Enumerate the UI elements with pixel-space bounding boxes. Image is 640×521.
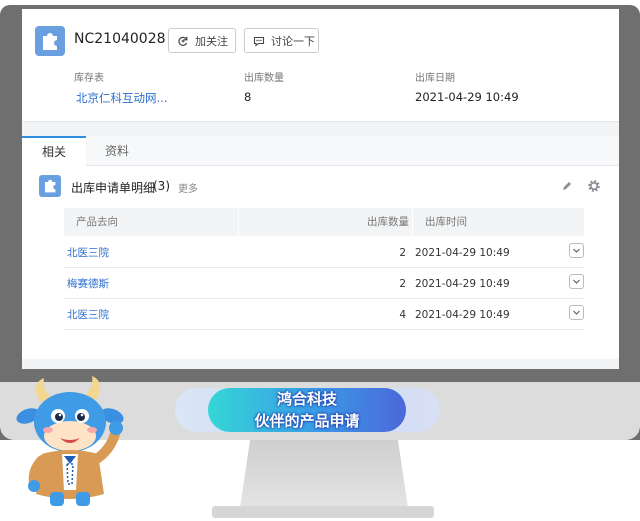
screen: NC21040028 加关注 讨论一下 库存表 出库数量 出库日期 北京仁科互动… bbox=[22, 9, 619, 369]
puzzle-piece-icon bbox=[35, 26, 65, 56]
column-header-quantity[interactable]: 出库数量 bbox=[367, 208, 409, 236]
puzzle-piece-icon bbox=[39, 175, 61, 197]
row-time: 2021-04-29 10:49 bbox=[415, 309, 510, 321]
row-time: 2021-04-29 10:49 bbox=[415, 278, 510, 290]
tab-bar: 相关 资料 bbox=[22, 136, 619, 166]
row-quantity: 2 bbox=[399, 278, 406, 290]
discuss-button[interactable]: 讨论一下 bbox=[244, 28, 319, 53]
record-title: NC21040028 bbox=[74, 31, 166, 47]
follow-button[interactable]: 加关注 bbox=[168, 28, 236, 53]
table-header: 产品去向 出库数量 出库时间 bbox=[64, 208, 584, 236]
more-link[interactable]: 更多 bbox=[178, 180, 198, 195]
field-value-date: 2021-04-29 10:49 bbox=[415, 90, 519, 104]
field-value-quantity: 8 bbox=[244, 90, 252, 104]
row-destination-link[interactable]: 北医三院 bbox=[67, 238, 109, 268]
table-row: 北医三院 2 2021-04-29 10:49 bbox=[64, 238, 584, 268]
record-header: NC21040028 加关注 讨论一下 库存表 出库数量 出库日期 北京仁科互动… bbox=[22, 9, 619, 122]
chat-bubble-icon bbox=[253, 36, 265, 47]
chevron-down-icon[interactable] bbox=[569, 305, 584, 320]
field-label-quantity: 出库数量 bbox=[244, 73, 284, 84]
field-value-inventory-link[interactable]: 北京仁科互动网... bbox=[76, 90, 167, 106]
gear-icon[interactable] bbox=[587, 179, 601, 193]
tab-related[interactable]: 相关 bbox=[22, 136, 86, 166]
banner-subtitle: 伙伴的产品申请 bbox=[254, 412, 360, 430]
pencil-icon[interactable] bbox=[560, 179, 574, 193]
row-quantity: 4 bbox=[399, 309, 406, 321]
banner-company-name: 鸿合科技 bbox=[276, 390, 337, 408]
row-quantity: 2 bbox=[399, 247, 406, 259]
field-label-date: 出库日期 bbox=[415, 73, 455, 84]
column-header-destination[interactable]: 产品去向 bbox=[76, 208, 118, 236]
row-time: 2021-04-29 10:49 bbox=[415, 247, 510, 259]
related-list-count: (3) bbox=[153, 179, 170, 193]
row-destination-link[interactable]: 梅赛德斯 bbox=[67, 269, 109, 299]
follow-button-label: 加关注 bbox=[195, 34, 228, 48]
monitor-stand-base bbox=[212, 506, 434, 518]
monitor-stand-neck bbox=[240, 440, 408, 508]
chevron-down-icon[interactable] bbox=[569, 243, 584, 258]
table-row: 梅赛德斯 2 2021-04-29 10:49 bbox=[64, 269, 584, 299]
refresh-plus-icon bbox=[178, 36, 188, 46]
bull-mascot-illustration bbox=[16, 376, 124, 506]
column-header-time[interactable]: 出库时间 bbox=[425, 208, 467, 236]
column-divider bbox=[412, 208, 413, 236]
table-row: 北医三院 4 2021-04-29 10:49 bbox=[64, 300, 584, 330]
column-divider bbox=[238, 208, 239, 236]
field-label-inventory: 库存表 bbox=[74, 73, 104, 84]
related-card: 出库申请单明细 (3) 更多 产品去向 出库数量 出库时间 北医三院 2 202… bbox=[22, 166, 619, 359]
tab-info[interactable]: 资料 bbox=[94, 136, 140, 166]
discuss-button-label: 讨论一下 bbox=[271, 34, 315, 48]
row-destination-link[interactable]: 北医三院 bbox=[67, 300, 109, 330]
related-list-title: 出库申请单明细 bbox=[71, 181, 156, 195]
chevron-down-icon[interactable] bbox=[569, 274, 584, 289]
